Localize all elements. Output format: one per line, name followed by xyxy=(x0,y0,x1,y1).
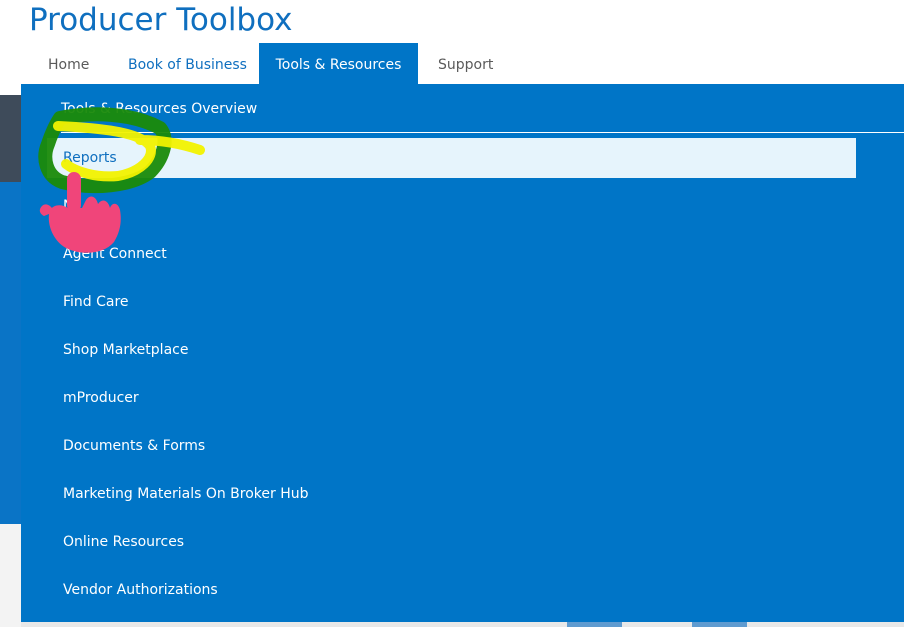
app-title: Producer Toolbox xyxy=(29,2,293,38)
dropdown-divider xyxy=(61,132,904,133)
dropdown-overview-link[interactable]: Tools & Resources Overview xyxy=(61,101,257,117)
tab-book-of-business[interactable]: Book of Business xyxy=(128,43,247,84)
bottom-strip xyxy=(21,622,904,627)
bottom-strip-nub xyxy=(692,622,747,627)
dropdown-item-online-resources[interactable]: Online Resources xyxy=(47,522,856,562)
dropdown-item-agent-connect[interactable]: Agent Connect xyxy=(47,234,856,274)
bottom-strip-nub xyxy=(567,622,622,627)
background-lower xyxy=(0,524,21,627)
background-hero-blue xyxy=(0,182,21,524)
tab-home[interactable]: Home xyxy=(48,43,89,84)
tab-support[interactable]: Support xyxy=(438,43,493,84)
dropdown-item-marketing-materials[interactable]: Marketing Materials On Broker Hub xyxy=(47,474,856,514)
tab-tools-resources[interactable]: Tools & Resources xyxy=(259,43,418,84)
tools-resources-dropdown: Tools & Resources Overview Reports N Age… xyxy=(21,84,904,622)
dropdown-item-documents-forms[interactable]: Documents & Forms xyxy=(47,426,856,466)
dropdown-item-reports[interactable]: Reports xyxy=(47,138,856,178)
main-nav: Home Book of Business Tools & Resources … xyxy=(0,43,904,84)
dropdown-item-vendor-authorizations[interactable]: Vendor Authorizations xyxy=(47,570,856,610)
background-hero-dark xyxy=(0,95,21,182)
dropdown-item-mproducer[interactable]: mProducer xyxy=(47,378,856,418)
dropdown-item-n[interactable]: N xyxy=(47,186,856,226)
dropdown-item-shop-marketplace[interactable]: Shop Marketplace xyxy=(47,330,856,370)
dropdown-item-find-care[interactable]: Find Care xyxy=(47,282,856,322)
